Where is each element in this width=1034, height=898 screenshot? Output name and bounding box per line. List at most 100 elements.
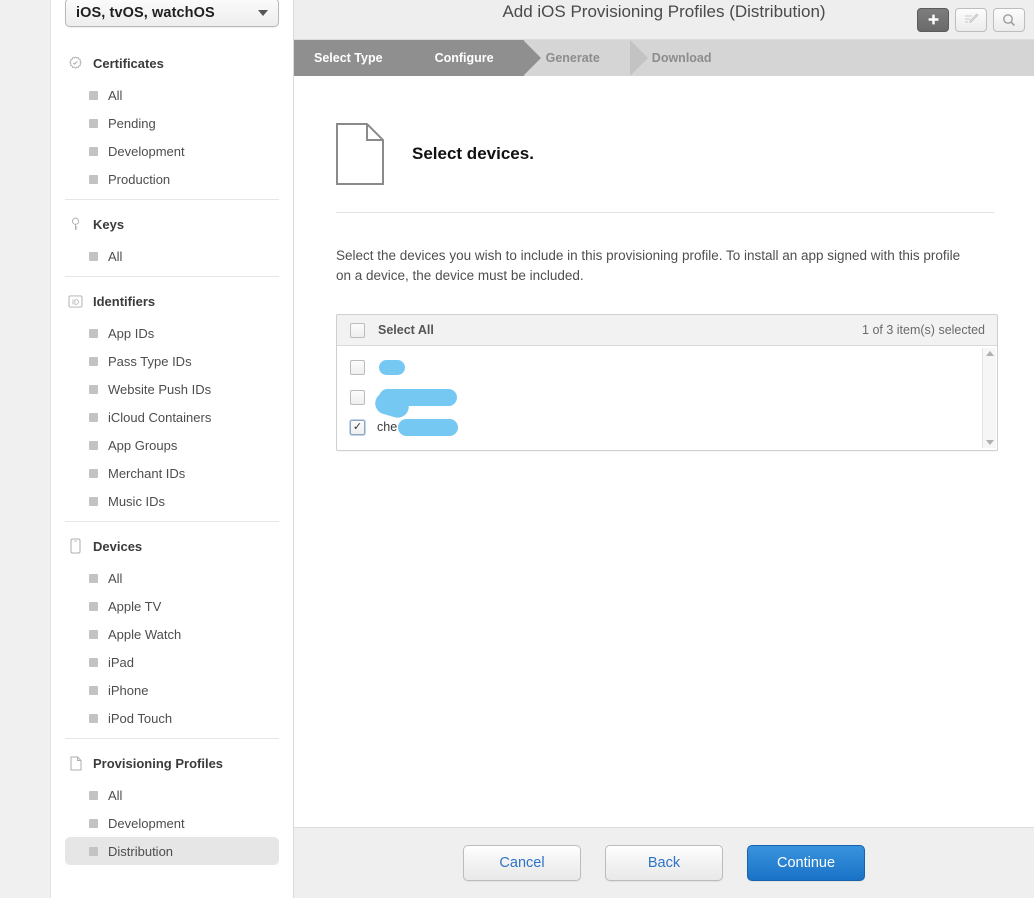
sidebar-item-profiles-distribution[interactable]: Distribution (65, 837, 279, 865)
device-list[interactable]: ✓ che (337, 346, 997, 450)
bullet-icon (89, 440, 98, 450)
sidebar-item-pass-type-ids[interactable]: Pass Type IDs (65, 347, 279, 375)
sidebar-item-apple-watch[interactable]: Apple Watch (65, 620, 279, 648)
add-button[interactable] (917, 7, 949, 32)
sidebar-item-label: All (108, 570, 123, 586)
redaction-blob (379, 388, 457, 406)
nav-group-keys: Keys All (65, 199, 279, 270)
device-row[interactable]: ✓ che (337, 412, 997, 442)
sidebar-item-ipod-touch[interactable]: iPod Touch (65, 704, 279, 732)
sidebar-item-certificates-production[interactable]: Production (65, 165, 279, 193)
sidebar-item-apple-tv[interactable]: Apple TV (65, 592, 279, 620)
sidebar-item-app-ids[interactable]: App IDs (65, 319, 279, 347)
bullet-icon (89, 356, 98, 366)
nav-group-header-devices[interactable]: Devices (65, 528, 279, 564)
sidebar-item-certificates-development[interactable]: Development (65, 137, 279, 165)
sidebar-item-label: iPad (108, 654, 135, 670)
sidebar-item-music-ids[interactable]: Music IDs (65, 487, 279, 515)
certificate-seal-icon (67, 54, 84, 73)
nav-group-header-provisioning-profiles[interactable]: Provisioning Profiles (65, 745, 279, 781)
nav-group-header-keys[interactable]: Keys (65, 206, 279, 242)
device-checkbox[interactable] (350, 389, 365, 405)
sidebar-item-certificates-pending[interactable]: Pending (65, 109, 279, 137)
sidebar-item-devices-all[interactable]: All (65, 564, 279, 592)
device-name (377, 359, 405, 375)
search-button[interactable] (993, 7, 1025, 32)
sidebar-item-profiles-development[interactable]: Development (65, 809, 279, 837)
bullet-icon (89, 713, 98, 723)
content-heading: Select devices. (412, 144, 534, 163)
app-root: iOS, tvOS, watchOS Certificates All Pend… (0, 0, 1034, 898)
scroll-down-arrow-icon[interactable] (985, 440, 994, 445)
sidebar-item-keys-all[interactable]: All (65, 242, 279, 270)
step-label: Download (651, 51, 712, 65)
redaction-blob (379, 359, 405, 375)
sidebar-item-app-groups[interactable]: App Groups (65, 431, 279, 459)
sidebar-item-merchant-ids[interactable]: Merchant IDs (65, 459, 279, 487)
sidebar-item-iphone[interactable]: iPhone (65, 676, 279, 704)
sidebar-item-label: Pass Type IDs (108, 353, 192, 369)
sidebar-item-icloud-containers[interactable]: iCloud Containers (65, 403, 279, 431)
bullet-icon (89, 412, 98, 422)
sidebar-item-label: Pending (108, 115, 156, 131)
sidebar-item-label: Production (108, 171, 171, 187)
bullet-icon (89, 685, 98, 695)
sidebar-item-certificates-all[interactable]: All (65, 81, 279, 109)
footer-actions: Cancel Back Continue (294, 827, 1034, 898)
scroll-up-arrow-icon[interactable] (985, 351, 994, 356)
sidebar: iOS, tvOS, watchOS Certificates All Pend… (51, 0, 294, 898)
sidebar-item-label: Music IDs (108, 493, 166, 509)
bullet-icon (89, 468, 98, 478)
selection-count: 1 of 3 item(s) selected (862, 323, 985, 337)
content-divider (336, 212, 994, 213)
sidebar-item-label: Development (108, 815, 185, 831)
device-name-text: che (377, 420, 398, 434)
sidebar-item-ipad[interactable]: iPad (65, 648, 279, 676)
edit-button[interactable] (955, 7, 987, 32)
bullet-icon (89, 657, 98, 667)
bullet-icon (89, 251, 98, 261)
chevron-down-icon (258, 9, 268, 16)
nav-group-title: Certificates (93, 55, 164, 71)
main-panel: Add iOS Provisioning Profiles (Distribut… (294, 0, 1034, 898)
nav-group-header-identifiers[interactable]: ID Identifiers (65, 283, 279, 319)
nav-group-title: Identifiers (93, 293, 156, 309)
nav-group-header-certificates[interactable]: Certificates (65, 45, 279, 81)
sidebar-item-label: iPhone (108, 682, 149, 698)
topbar-actions (917, 7, 1034, 32)
os-platform-select-value: iOS, tvOS, watchOS (76, 4, 215, 21)
device-checkbox[interactable]: ✓ (350, 419, 365, 435)
bullet-icon (89, 846, 98, 856)
left-gutter (0, 0, 51, 898)
step-chevron-icon (411, 40, 430, 76)
sidebar-item-website-push-ids[interactable]: Website Push IDs (65, 375, 279, 403)
plus-icon (928, 14, 938, 25)
nav-group-title: Keys (93, 216, 125, 232)
continue-button[interactable]: Continue (747, 845, 865, 881)
phone-icon (67, 537, 84, 556)
step-label: Select Type (314, 51, 383, 65)
sidebar-item-profiles-all[interactable]: All (65, 781, 279, 809)
back-button[interactable]: Back (605, 845, 723, 881)
bullet-icon (89, 328, 98, 338)
step-select-type[interactable]: Select Type (294, 40, 430, 76)
sidebar-item-label: All (108, 87, 123, 103)
device-name (377, 388, 457, 406)
bullet-icon (89, 174, 98, 184)
cancel-button[interactable]: Cancel (463, 845, 581, 881)
content-area: Select devices. Select the devices you w… (294, 76, 1034, 827)
bullet-icon (89, 496, 98, 506)
device-checkbox[interactable] (350, 359, 365, 375)
device-row[interactable] (337, 382, 997, 412)
sidebar-nav: Certificates All Pending Development Pro… (51, 45, 293, 865)
sidebar-item-label: Development (108, 143, 185, 159)
device-row[interactable] (337, 352, 997, 382)
wizard-steps: Select Type Configure Generate Download (294, 40, 1034, 76)
svg-text:ID: ID (72, 299, 79, 306)
sidebar-item-label: Apple Watch (108, 626, 182, 642)
sidebar-item-label: App IDs (108, 325, 155, 341)
os-platform-select[interactable]: iOS, tvOS, watchOS (65, 0, 279, 27)
select-all-checkbox[interactable] (350, 322, 365, 338)
device-list-scrollbar[interactable] (982, 348, 996, 448)
nav-group-identifiers: ID Identifiers App IDs Pass Type IDs Web… (65, 276, 279, 515)
